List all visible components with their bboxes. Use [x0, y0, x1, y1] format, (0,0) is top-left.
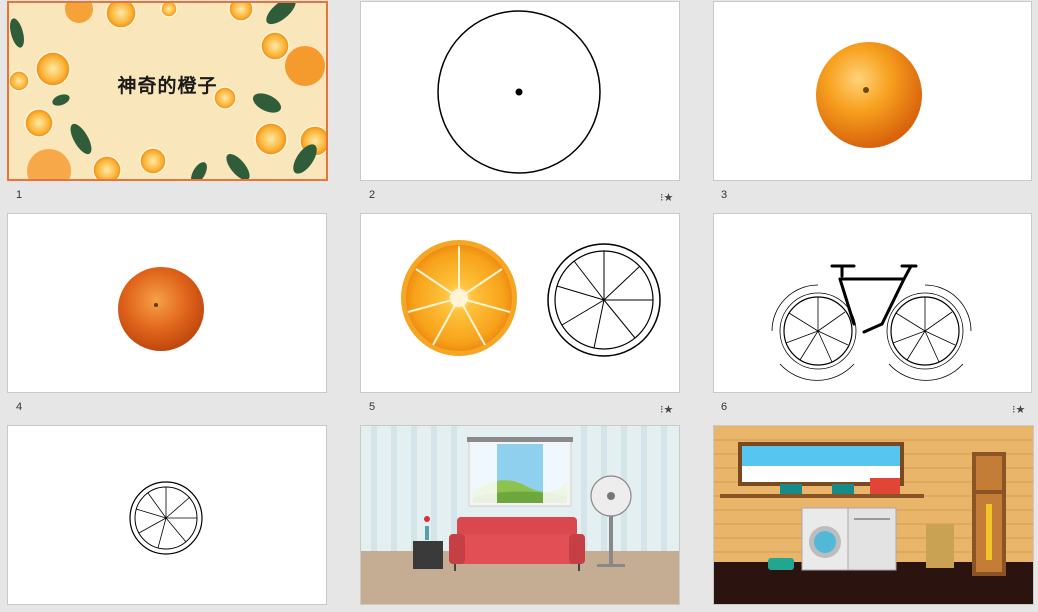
- animation-star-icon: ⁝★: [1012, 403, 1026, 416]
- living-room-scene: [361, 426, 679, 604]
- slide-thumbnail-5[interactable]: [360, 213, 680, 393]
- slide-thumbnail-2[interactable]: [360, 1, 680, 181]
- slide-number-3: 3: [721, 189, 728, 201]
- slide-thumbnail-4[interactable]: [7, 213, 327, 393]
- slide-thumbnail-9[interactable]: [713, 425, 1034, 605]
- orange-slice-comparison: [401, 240, 661, 357]
- orange-image: [118, 267, 204, 351]
- whole-orange-image: [816, 42, 922, 148]
- slide-thumbnail-6[interactable]: [713, 213, 1032, 393]
- slide-number-2: 2: [369, 189, 376, 201]
- animation-star-icon: ⁝★: [660, 191, 674, 204]
- slide-thumbnail-3[interactable]: [713, 1, 1032, 181]
- orange-slice-line-drawing: [129, 481, 203, 555]
- slide-thumbnail-7[interactable]: [7, 425, 327, 605]
- slide-1-title: 神奇的橙子: [117, 75, 218, 97]
- animation-star-icon: ⁝★: [660, 403, 674, 416]
- bicycle-line-drawing: [771, 264, 972, 381]
- slide-number-1: 1: [16, 189, 23, 201]
- slide-number-4: 4: [16, 401, 23, 413]
- slide-number-6: 6: [721, 401, 728, 413]
- laundry-room-scene: [714, 426, 1033, 604]
- slide-thumbnail-1[interactable]: 神奇的橙子: [7, 1, 328, 181]
- slide-number-5: 5: [369, 401, 376, 413]
- circle-with-center-dot: [437, 10, 601, 174]
- slide-thumbnail-8[interactable]: [360, 425, 680, 605]
